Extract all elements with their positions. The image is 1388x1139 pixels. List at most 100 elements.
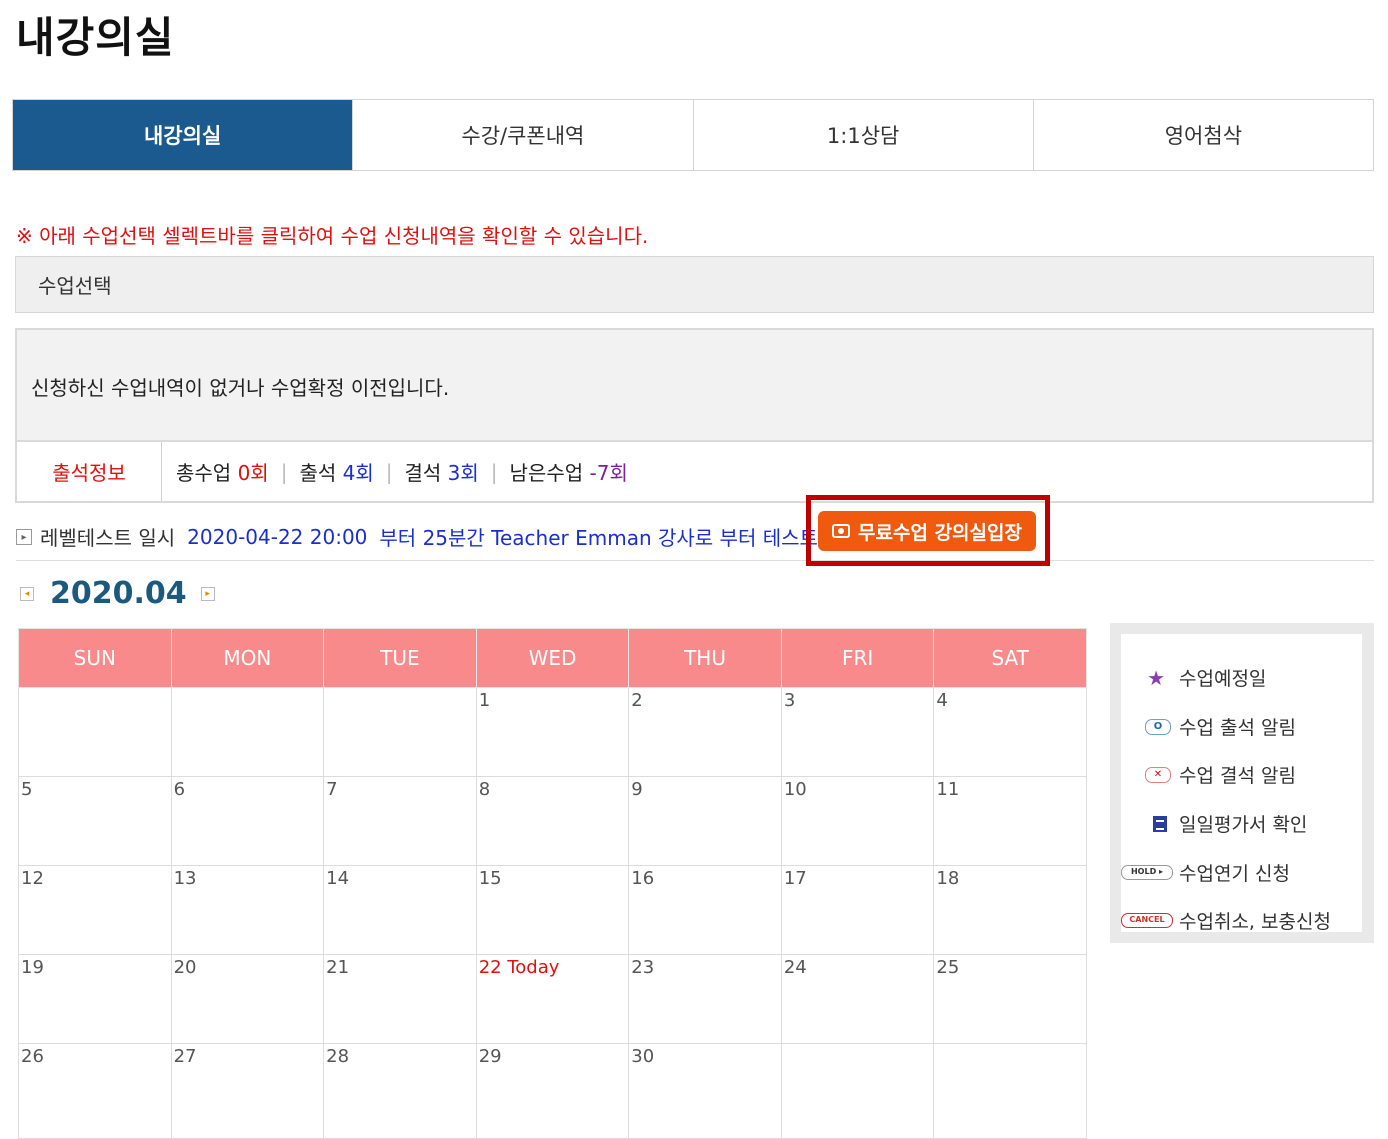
class-select-dropdown[interactable]: 수업선택 [15,256,1374,313]
level-test-label: 레벨테스트 일시 [40,526,176,550]
calendar-day-cell[interactable]: 24 [780,954,935,1044]
tab-my-classroom[interactable]: 내강의실 [13,100,353,170]
legend-item-scheduled: ★ 수업예정일 [1121,664,1266,691]
attended-value: 4회 [342,461,374,485]
legend-item-absence: ✕ 수업 결석 알림 [1121,761,1296,788]
separator: | [490,459,498,484]
calendar-table: SUN MON TUE WED THU FRI SAT 1 2 3 4 5 6 … [18,628,1087,1139]
level-test-description: 부터 25분간 Teacher Emman 강사로 부터 테스트 [379,526,818,550]
calendar-day-cell[interactable]: 5 [18,776,172,866]
calendar-day-cell[interactable]: 12 [18,865,172,955]
level-test-row: ▸ 레벨테스트 일시 2020-04-22 20:00 부터 25분간 Teac… [16,513,1374,561]
level-test-datetime: 2020-04-22 20:00 [187,524,368,549]
calendar-day-cell[interactable]: 13 [170,865,325,955]
total-classes-value: 0회 [237,461,269,485]
calendar-day-cell[interactable]: 15 [475,865,630,955]
calendar-day-cell[interactable] [18,687,172,777]
tab-consultation[interactable]: 1:1상담 [692,100,1033,170]
calendar-day-cell[interactable]: 16 [628,865,782,955]
calendar-day-cell [780,1043,935,1139]
attendance-row: 출석정보 총수업 0회 | 출석 4회 | 결석 3회 | 남은수업 -7회 [17,440,1372,501]
tab-course-coupon-history[interactable]: 수강/쿠폰내역 [352,100,693,170]
remaining-value: -7회 [589,461,628,485]
cancel-icon: CANCEL [1121,913,1173,928]
absent-value: 3회 [447,461,479,485]
calendar-day-cell[interactable]: 9 [628,776,782,866]
calendar-today-cell[interactable]: 22 Today [475,954,630,1044]
calendar-week-row: 1 2 3 4 [18,687,1087,777]
calendar-day-cell[interactable] [170,687,325,777]
weekday-header: MON [170,628,325,688]
calendar-week-row: 26 27 28 29 30 [18,1043,1087,1139]
legend-item-hold: HOLD ▸ 수업연기 신청 [1121,859,1290,886]
weekday-header: WED [475,628,630,688]
weekday-header: FRI [780,628,935,688]
legend-label: 수업 결석 알림 [1179,765,1296,787]
star-icon: ★ [1147,665,1165,690]
calendar-day-cell[interactable]: 7 [323,776,477,866]
legend-label: 수업취소, 보충신청 [1179,911,1331,933]
legend-item-report: 일일평가서 확인 [1121,810,1307,837]
separator: | [280,459,288,484]
weekday-header: SAT [933,628,1087,688]
weekday-header: SUN [18,628,172,688]
next-month-icon[interactable]: ▸ [200,586,215,601]
legend-item-attendance: O 수업 출석 알림 [1121,713,1296,740]
absence-x-icon: ✕ [1145,766,1171,783]
calendar-day-cell[interactable]: 6 [170,776,325,866]
class-select-label: 수업선택 [38,274,112,298]
calendar-day-cell[interactable]: 18 [933,865,1087,955]
calendar-day-cell [933,1043,1087,1139]
page-title: 내강의실 [16,13,175,62]
attended-label: 출석 [299,461,337,485]
prev-month-icon[interactable]: ◂ [20,586,34,601]
legend-label: 수업예정일 [1179,668,1267,690]
attendance-o-icon: O [1145,718,1171,735]
attendance-label: 출석정보 [17,442,162,501]
tab-english-correction[interactable]: 영어첨삭 [1032,100,1373,170]
calendar-day-cell[interactable]: 28 [323,1043,477,1139]
calendar-day-cell[interactable]: 2 [628,687,782,777]
calendar-week-row: 19 20 21 22 Today 23 24 25 [18,954,1087,1044]
class-info-box: 신청하신 수업내역이 없거나 수업확정 이전입니다. 출석정보 총수업 0회 |… [15,328,1374,503]
calendar-day-cell[interactable]: 26 [18,1043,172,1139]
calendar-day-cell[interactable]: 4 [933,687,1087,777]
separator: | [385,459,393,484]
calendar-day-cell[interactable]: 8 [475,776,630,866]
month-label: 2020.04 [50,576,187,611]
calendar-week-row: 12 13 14 15 16 17 18 [18,865,1087,955]
calendar-day-cell[interactable]: 3 [780,687,935,777]
weekday-header-row: SUN MON TUE WED THU FRI SAT [18,628,1087,688]
main-tabs: 내강의실 수강/쿠폰내역 1:1상담 영어첨삭 [12,99,1374,171]
arrow-right-icon: ▸ [16,528,32,545]
absent-label: 결석 [404,461,442,485]
legend-list: ★ 수업예정일 O 수업 출석 알림 ✕ 수업 결석 알림 일일평가서 확인 H… [1121,634,1362,933]
calendar-day-cell[interactable]: 23 [628,954,782,1044]
legend-label: 수업연기 신청 [1179,863,1290,885]
calendar-day-cell[interactable]: 20 [170,954,325,1044]
weekday-header: TUE [323,628,477,688]
calendar-day-cell[interactable]: 14 [323,865,477,955]
no-class-message: 신청하신 수업내역이 없거나 수업확정 이전입니다. [31,376,450,400]
calendar-day-cell[interactable]: 11 [933,776,1087,866]
calendar-day-cell[interactable]: 25 [933,954,1087,1044]
hold-icon: HOLD ▸ [1121,865,1173,880]
calendar-day-cell[interactable]: 1 [475,687,630,777]
enter-free-class-button[interactable]: 무료수업 강의실입장 [818,511,1036,551]
calendar-day-cell[interactable]: 21 [323,954,477,1044]
calendar-day-cell[interactable]: 27 [170,1043,325,1139]
report-doc-icon [1153,815,1167,832]
calendar-day-cell[interactable]: 29 [475,1043,630,1139]
legend-panel: ★ 수업예정일 O 수업 출석 알림 ✕ 수업 결석 알림 일일평가서 확인 H… [1110,623,1374,943]
calendar-week-row: 5 6 7 8 9 10 11 [18,776,1087,866]
weekday-header: THU [628,628,782,688]
calendar-day-cell[interactable]: 30 [628,1043,782,1139]
remaining-label: 남은수업 [509,461,584,485]
calendar-day-cell[interactable]: 10 [780,776,935,866]
notice-text: ※ 아래 수업선택 셀렉트바를 클릭하여 수업 신청내역을 확인할 수 있습니다… [16,224,649,248]
calendar-day-cell[interactable]: 19 [18,954,172,1044]
calendar-day-cell[interactable]: 17 [780,865,935,955]
calendar-day-cell[interactable] [323,687,477,777]
enter-free-class-label: 무료수업 강의실입장 [858,521,1022,544]
legend-label: 수업 출석 알림 [1179,717,1296,739]
